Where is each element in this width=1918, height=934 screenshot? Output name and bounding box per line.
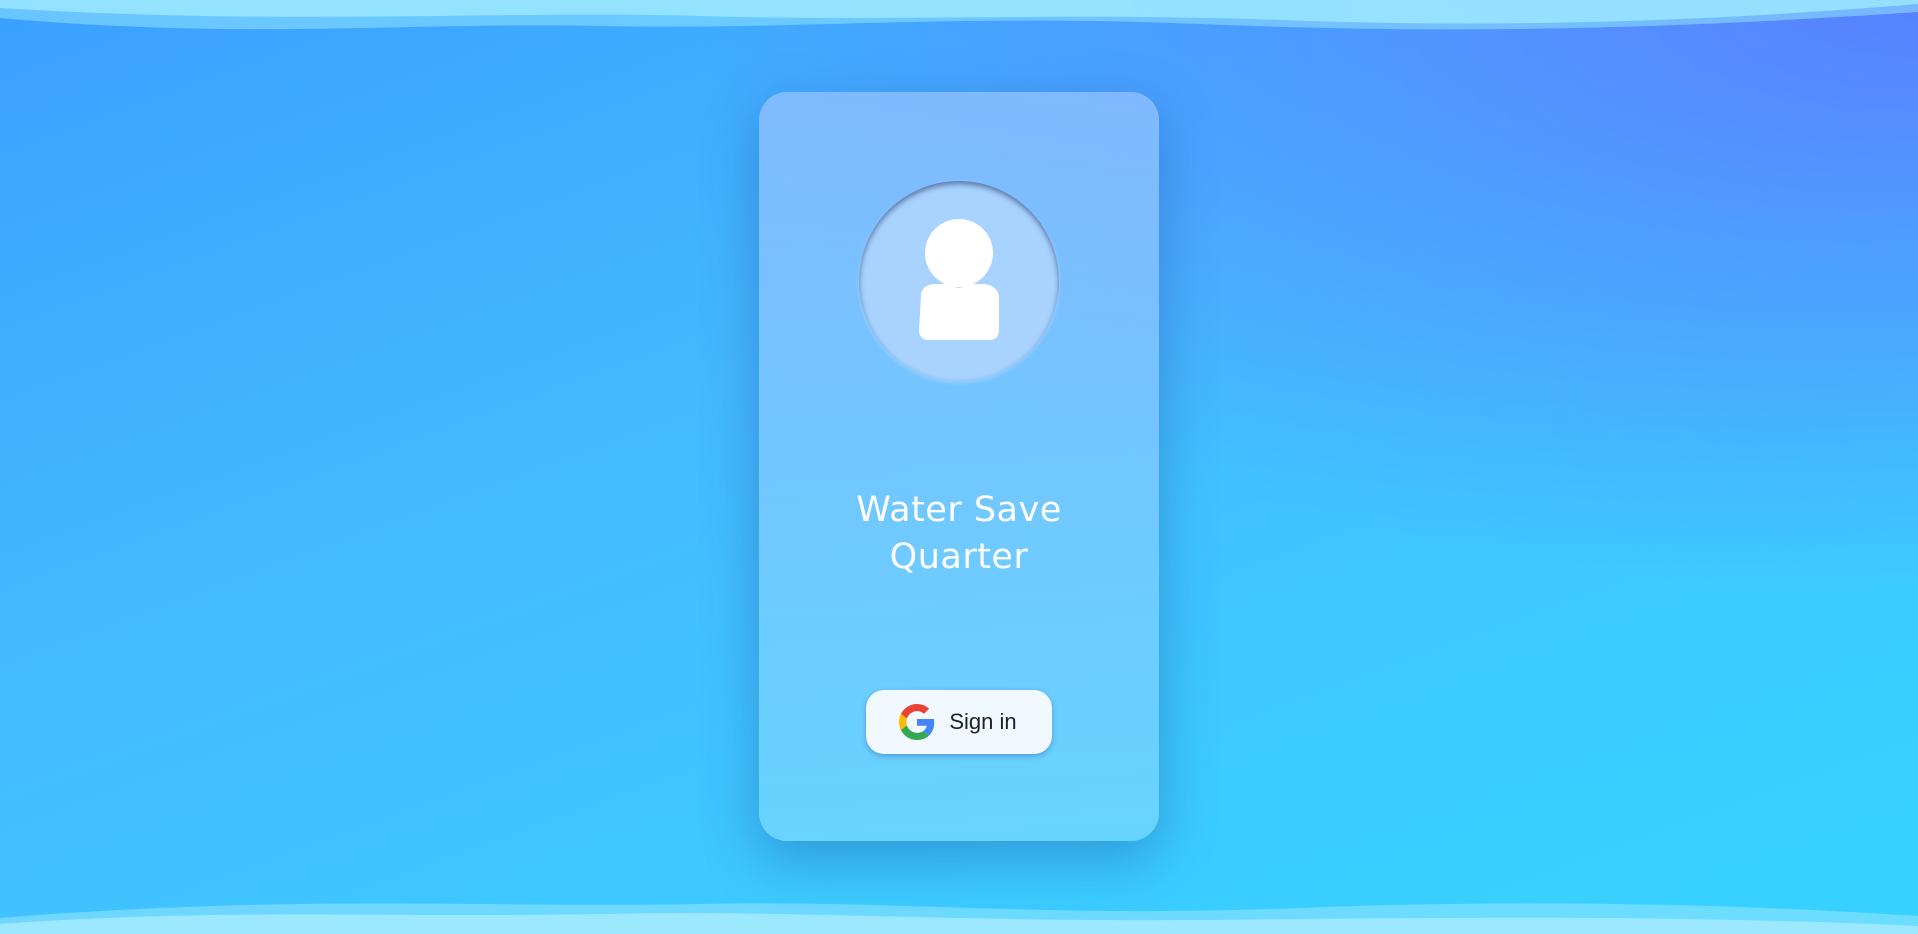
google-sign-in-button[interactable]: Sign in (866, 690, 1052, 754)
login-card: Water Save Quarter Sign in (759, 92, 1159, 841)
top-wave-decoration (0, 0, 1918, 30)
app-title-text: Water Save Quarter (856, 490, 1062, 577)
bottom-wave-decoration (0, 903, 1918, 934)
google-icon (899, 704, 935, 740)
avatar (859, 181, 1059, 381)
sign-in-label: Sign in (949, 709, 1017, 734)
user-icon (919, 219, 999, 340)
app-title: Water Save Quarter (759, 487, 1159, 581)
